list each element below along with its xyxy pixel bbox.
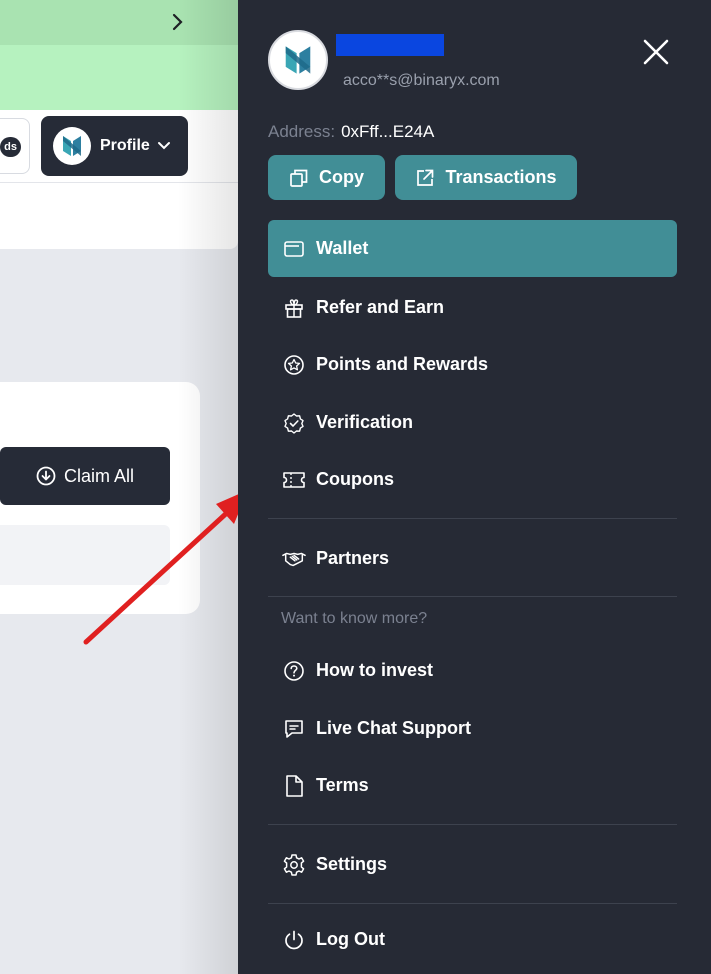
rewards-pill-text: ds bbox=[0, 137, 21, 157]
copy-button[interactable]: Copy bbox=[268, 155, 385, 200]
gift-icon bbox=[282, 296, 306, 320]
menu-item-label: How to invest bbox=[316, 660, 434, 680]
copy-icon bbox=[290, 169, 308, 187]
menu-item-refer-and-earn[interactable]: Refer and Earn bbox=[268, 279, 677, 336]
verified-badge-icon bbox=[282, 411, 306, 435]
star-circle-icon bbox=[282, 353, 306, 377]
menu-item-label: Terms bbox=[316, 775, 369, 795]
menu-item-log-out[interactable]: Log Out bbox=[268, 911, 677, 968]
close-icon[interactable] bbox=[640, 36, 672, 68]
site-header: ds Profile bbox=[0, 110, 238, 183]
menu-item-terms[interactable]: Terms bbox=[268, 757, 677, 814]
chevron-right-icon[interactable] bbox=[170, 9, 186, 35]
menu-item-points-and-rewards[interactable]: Points and Rewards bbox=[268, 336, 677, 393]
chat-icon bbox=[282, 717, 306, 741]
download-circle-icon bbox=[36, 466, 56, 486]
menu-divider bbox=[268, 596, 677, 597]
menu-item-settings[interactable]: Settings bbox=[268, 836, 677, 893]
ticket-icon bbox=[282, 468, 306, 492]
logo-icon bbox=[285, 46, 311, 74]
menu-item-label: Verification bbox=[316, 412, 414, 432]
copy-label: Copy bbox=[319, 167, 364, 187]
profile-button[interactable]: Profile bbox=[41, 116, 188, 176]
menu-item-label: Coupons bbox=[316, 469, 394, 489]
account-drawer: acco**s@binaryx.com Address: 0xFff...E24A… bbox=[238, 0, 711, 974]
menu-item-label: Live Chat Support bbox=[316, 718, 472, 738]
wallet-address: Address: 0xFff...E24A bbox=[268, 122, 434, 142]
gear-icon bbox=[282, 853, 306, 877]
rewards-pill-button[interactable]: ds bbox=[0, 118, 30, 174]
menu-divider bbox=[268, 903, 677, 904]
sub-header bbox=[0, 183, 238, 249]
user-avatar bbox=[268, 30, 328, 90]
menu-item-partners[interactable]: Partners bbox=[268, 530, 677, 587]
menu-item-label: Log Out bbox=[316, 929, 385, 949]
menu-item-wallet[interactable]: Wallet bbox=[268, 220, 677, 277]
power-icon bbox=[282, 928, 306, 952]
transactions-label: Transactions bbox=[445, 167, 557, 187]
wallet-icon bbox=[282, 237, 306, 261]
menu-item-how-to-invest[interactable]: How to invest bbox=[268, 642, 677, 699]
menu-divider bbox=[268, 824, 677, 825]
logo-icon bbox=[63, 136, 81, 156]
chevron-down-icon bbox=[157, 142, 170, 150]
menu-item-label: Partners bbox=[316, 548, 390, 568]
document-icon bbox=[282, 774, 306, 798]
avatar bbox=[53, 127, 91, 165]
top-notice-bar bbox=[0, 0, 238, 45]
profile-label: Profile bbox=[100, 137, 150, 154]
address-value: 0xFff...E24A bbox=[341, 122, 435, 141]
help-circle-icon bbox=[282, 659, 306, 683]
menu-item-label: Settings bbox=[316, 854, 388, 874]
menu-item-verification[interactable]: Verification bbox=[268, 394, 677, 451]
user-email: acco**s@binaryx.com bbox=[343, 72, 500, 89]
transactions-button[interactable]: Transactions bbox=[395, 155, 577, 200]
menu-item-label: Points and Rewards bbox=[316, 354, 489, 374]
redacted-username bbox=[336, 34, 444, 56]
promo-banner bbox=[0, 45, 238, 110]
menu-item-coupons[interactable]: Coupons bbox=[268, 451, 677, 508]
section-label: Want to know more? bbox=[281, 610, 428, 627]
external-link-icon bbox=[417, 169, 434, 186]
handshake-icon bbox=[282, 547, 306, 571]
menu-item-label: Refer and Earn bbox=[316, 297, 445, 317]
menu-item-live-chat-support[interactable]: Live Chat Support bbox=[268, 700, 677, 757]
annotation-arrow-icon bbox=[83, 490, 248, 645]
address-label: Address: bbox=[268, 122, 336, 141]
menu-divider bbox=[268, 518, 677, 519]
menu-item-label: Wallet bbox=[316, 238, 369, 258]
